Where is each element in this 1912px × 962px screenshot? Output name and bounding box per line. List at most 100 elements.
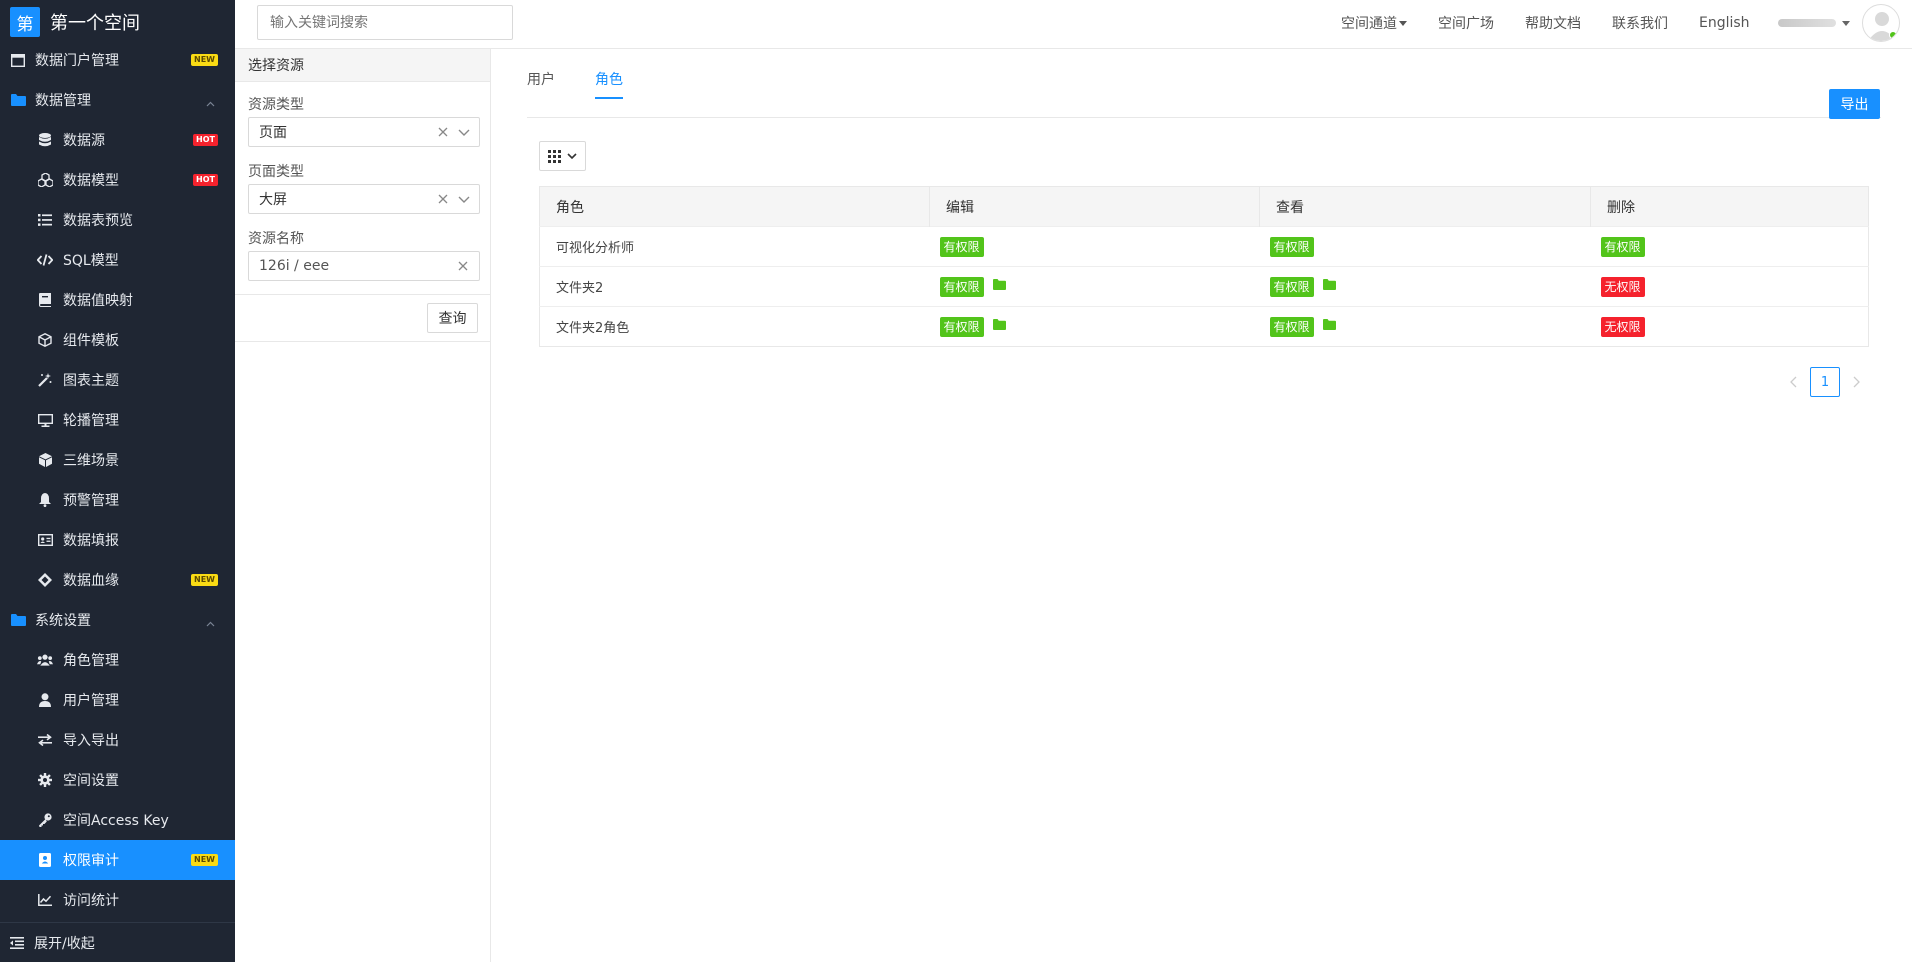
permission-tag: 有权限 xyxy=(1269,236,1314,257)
folder-icon xyxy=(1322,279,1336,294)
column-header-delete[interactable]: 删除 xyxy=(1590,186,1869,227)
sidebar-item-16[interactable]: 用户管理 xyxy=(0,680,235,720)
nav-language[interactable]: English xyxy=(1699,15,1750,31)
prev-page-button[interactable] xyxy=(1784,368,1804,396)
sidebar-item-9[interactable]: 轮播管理 xyxy=(0,400,235,440)
users-icon xyxy=(37,652,53,668)
resource-type-select[interactable]: 页面 xyxy=(248,117,480,147)
permission-tag: 有权限 xyxy=(939,236,984,257)
portal-icon xyxy=(10,52,26,68)
sidebar-item-4[interactable]: 数据表预览 xyxy=(0,200,235,240)
id-card-icon xyxy=(37,532,53,548)
sidebar-item-14[interactable]: 系统设置 xyxy=(0,600,235,640)
gear-icon xyxy=(37,772,53,788)
magic-wand-icon xyxy=(37,372,53,388)
permission-cell-edit: 有权限 xyxy=(929,306,1260,347)
resource-type-value: 页面 xyxy=(259,125,287,141)
page-type-value: 大屏 xyxy=(259,192,287,208)
sidebar-item-13[interactable]: 数据血缘 NEW xyxy=(0,560,235,600)
permission-cell-delete: 无权限 xyxy=(1590,306,1869,347)
sidebar-item-label: 图表主题 xyxy=(63,373,119,389)
page-type-label: 页面类型 xyxy=(248,164,304,180)
sidebar-item-label: 三维场景 xyxy=(63,453,119,469)
nav-help-docs[interactable]: 帮助文档 xyxy=(1525,13,1581,33)
sidebar-item-12[interactable]: 数据填报 xyxy=(0,520,235,560)
sidebar-item-2[interactable]: 数据源 HOT xyxy=(0,120,235,160)
top-nav: 空间通道 空间广场 帮助文档 联系我们 English xyxy=(1341,0,1781,46)
permission-tag: 有权限 xyxy=(1269,276,1314,297)
clear-icon[interactable] xyxy=(435,124,451,140)
space-logo: 第 xyxy=(10,7,40,37)
sidebar-item-17[interactable]: 导入导出 xyxy=(0,720,235,760)
column-header-view[interactable]: 查看 xyxy=(1259,186,1591,227)
sidebar-collapse-toggle[interactable]: 展开/收起 xyxy=(0,922,235,962)
sidebar-item-8[interactable]: 图表主题 xyxy=(0,360,235,400)
resource-name-select[interactable]: 126i / eee xyxy=(248,251,480,281)
caret-down-icon xyxy=(1399,20,1407,26)
permission-tag: 无权限 xyxy=(1600,276,1645,297)
sidebar-item-7[interactable]: 组件模板 xyxy=(0,320,235,360)
permission-cell-edit: 有权限 xyxy=(929,226,1260,267)
sidebar-item-3[interactable]: 数据模型 HOT xyxy=(0,160,235,200)
sidebar-item-15[interactable]: 角色管理 xyxy=(0,640,235,680)
cube-icon xyxy=(37,452,53,468)
caret-down-icon xyxy=(1842,20,1850,26)
sidebar-item-5[interactable]: SQL模型 xyxy=(0,240,235,280)
chevron-down-icon xyxy=(458,129,470,136)
sidebar-item-20[interactable]: 权限审计 NEW xyxy=(0,840,235,880)
sidebar-item-10[interactable]: 三维场景 xyxy=(0,440,235,480)
sidebar-item-label: 访问统计 xyxy=(63,893,119,909)
filter-panel-title: 选择资源 xyxy=(235,49,490,82)
column-header-edit[interactable]: 编辑 xyxy=(929,186,1260,227)
user-menu[interactable] xyxy=(1778,4,1900,42)
folder-icon xyxy=(992,279,1006,294)
nav-contact-us[interactable]: 联系我们 xyxy=(1612,13,1668,33)
clear-icon[interactable] xyxy=(455,258,471,274)
page-number-button[interactable]: 1 xyxy=(1810,367,1840,397)
permission-cell-delete: 无权限 xyxy=(1590,266,1869,307)
table-row: 文件夹2 有权限 有权限 无权限 xyxy=(539,266,1869,307)
table-header-row: 角色 编辑 查看 删除 xyxy=(539,186,1869,227)
column-header-role[interactable]: 角色 xyxy=(539,186,930,227)
grid-icon xyxy=(547,149,561,163)
sidebar-item-label: 权限审计 xyxy=(63,853,119,869)
page-type-select[interactable]: 大屏 xyxy=(248,184,480,214)
search-input[interactable] xyxy=(257,5,513,40)
sidebar-item-label: 空间Access Key xyxy=(63,813,169,829)
nav-space-channel[interactable]: 空间通道 xyxy=(1341,13,1407,33)
query-button[interactable]: 查询 xyxy=(427,303,478,333)
next-page-button[interactable] xyxy=(1846,368,1866,396)
sidebar-item-label: 空间设置 xyxy=(63,773,119,789)
nav-space-square[interactable]: 空间广场 xyxy=(1438,13,1494,33)
status-badge: HOT xyxy=(193,134,218,146)
avatar[interactable] xyxy=(1862,4,1900,42)
filter-divider xyxy=(235,294,490,295)
chevron-up-icon[interactable] xyxy=(206,615,215,631)
column-toggle-button[interactable] xyxy=(539,141,586,171)
sidebar-item-label: 数据血缘 xyxy=(63,573,119,589)
sidebar-item-11[interactable]: 预警管理 xyxy=(0,480,235,520)
permission-table: 角色 编辑 查看 删除 可视化分析师 有权限 有权限 有权限 文件夹2 有权限 有权限 无权限… xyxy=(539,186,1869,347)
resource-type-label: 资源类型 xyxy=(248,97,304,113)
tab-users[interactable]: 用户 xyxy=(527,69,555,99)
clear-icon[interactable] xyxy=(435,191,451,207)
role-name: 文件夹2角色 xyxy=(539,306,930,347)
filter-divider xyxy=(235,341,490,342)
export-button[interactable]: 导出 xyxy=(1829,89,1880,119)
brand[interactable]: 第 第一个空间 xyxy=(0,0,235,44)
tab-roles[interactable]: 角色 xyxy=(595,69,623,99)
chevron-down-icon xyxy=(566,153,577,160)
status-badge: NEW xyxy=(191,54,218,66)
sidebar-item-label: 数据值映射 xyxy=(63,293,133,309)
chevron-up-icon[interactable] xyxy=(206,95,215,111)
sidebar-item-0[interactable]: 数据门户管理 NEW xyxy=(0,40,235,80)
sidebar-item-1[interactable]: 数据管理 xyxy=(0,80,235,120)
sidebar-item-19[interactable]: 空间Access Key xyxy=(0,800,235,840)
permission-cell-view: 有权限 xyxy=(1259,266,1591,307)
resource-name-label: 资源名称 xyxy=(248,231,304,247)
exchange-icon xyxy=(37,732,53,748)
sidebar-item-6[interactable]: 数据值映射 xyxy=(0,280,235,320)
resource-filter-panel: 选择资源 资源类型 页面 页面类型 大屏 资源名称 126i / eee 查询 xyxy=(235,49,491,962)
sidebar-item-18[interactable]: 空间设置 xyxy=(0,760,235,800)
sidebar-item-21[interactable]: 访问统计 xyxy=(0,880,235,920)
